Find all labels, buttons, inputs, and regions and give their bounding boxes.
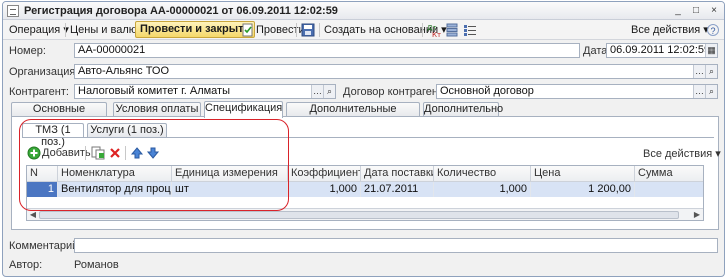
contractor-field[interactable]: Налоговый комитет г. Алматы … ⌕ xyxy=(74,84,336,99)
contractor-value: Налоговый комитет г. Алматы xyxy=(78,85,231,97)
move-down-icon[interactable] xyxy=(146,146,160,160)
tab-payment-terms[interactable]: Условия оплаты xyxy=(113,102,201,117)
select-icon[interactable]: … xyxy=(693,85,705,98)
title-bar: Регистрация договора АА-00000021 от 06.0… xyxy=(3,2,724,20)
author-label: Автор: xyxy=(9,259,43,271)
subtab-services[interactable]: Услуги (1 поз.) xyxy=(87,123,167,137)
tab-additional-params[interactable]: Дополнительные параметры xyxy=(286,102,420,128)
add-button[interactable]: Добавить xyxy=(42,147,91,159)
help-icon[interactable]: ? xyxy=(707,24,719,36)
number-label: Номер: xyxy=(9,45,46,57)
cell-unit[interactable]: шт xyxy=(172,182,288,197)
goods-table[interactable]: N Номенклатура Единица измерения Коэффиц… xyxy=(26,165,704,221)
post-and-close-button[interactable]: Провести и закрыть xyxy=(135,21,256,38)
comment-label: Комментарий: xyxy=(9,240,82,252)
toolbar-divider xyxy=(125,146,126,160)
date-value: 06.09.2011 12:02:59 xyxy=(610,44,711,56)
organization-label: Организация: xyxy=(9,66,79,78)
tab-specification[interactable]: Спецификация xyxy=(204,101,283,118)
structure-icon[interactable] xyxy=(445,23,459,37)
select-icon[interactable]: … xyxy=(693,65,705,78)
toolbar-divider xyxy=(319,23,320,37)
organization-field[interactable]: Авто-Альянс ТОО … ⌕ xyxy=(74,64,718,79)
document-icon xyxy=(7,5,19,17)
cell-price[interactable]: 1 200,00 xyxy=(531,182,635,197)
save-icon[interactable] xyxy=(301,23,315,37)
number-field[interactable]: АА-00000021 xyxy=(74,43,580,58)
column-header-n[interactable]: N xyxy=(27,166,58,182)
horizontal-scrollbar[interactable]: ◀ ▶ xyxy=(27,208,703,220)
comment-field[interactable] xyxy=(74,238,718,253)
column-header-coef[interactable]: Коэффициент xyxy=(288,166,361,182)
subtab-goods[interactable]: ТМЗ (1 поз.) xyxy=(22,123,84,148)
cell-item[interactable]: Вентилятор для процессо... xyxy=(58,182,172,197)
close-icon[interactable]: × xyxy=(708,5,720,17)
select-icon[interactable]: … xyxy=(311,85,323,98)
delete-row-icon[interactable] xyxy=(108,146,122,160)
cell-qty[interactable]: 1,000 xyxy=(434,182,531,197)
scroll-left-icon[interactable]: ◀ xyxy=(27,209,39,220)
table-all-actions-menu[interactable]: Все действия ▾ xyxy=(643,147,721,160)
column-header-sum[interactable]: Сумма xyxy=(635,166,703,182)
toolbar-divider xyxy=(422,23,423,37)
operation-menu[interactable]: Операция ▾ xyxy=(9,23,69,38)
post-document-icon[interactable] xyxy=(241,23,255,37)
open-icon[interactable]: ⌕ xyxy=(705,85,717,98)
open-icon[interactable]: ⌕ xyxy=(323,85,335,98)
column-header-unit[interactable]: Единица измерения xyxy=(172,166,288,182)
date-field[interactable]: 06.09.2011 12:02:59 ▦ xyxy=(606,43,718,58)
minimize-icon[interactable]: _ xyxy=(672,5,684,17)
move-up-icon[interactable] xyxy=(130,146,144,160)
cell-date[interactable]: 21.07.2011 xyxy=(361,182,434,197)
tab-additional[interactable]: Дополнительно xyxy=(423,102,503,117)
cell-sum[interactable] xyxy=(635,182,703,197)
column-header-qty[interactable]: Количество xyxy=(434,166,531,182)
author-value: Романов xyxy=(74,259,119,271)
cell-coef[interactable]: 1,000 xyxy=(288,182,361,197)
debit-credit-icon[interactable]: Дт Кт xyxy=(427,23,441,37)
maximize-icon[interactable]: □ xyxy=(690,5,702,17)
contract-value: Основной договор xyxy=(440,85,534,97)
open-icon[interactable]: ⌕ xyxy=(705,65,717,78)
svg-text:Кт: Кт xyxy=(432,31,441,37)
column-header-date[interactable]: Дата поставки xyxy=(361,166,434,182)
organization-value: Авто-Альянс ТОО xyxy=(78,65,170,77)
toolbar: Операция ▾ Цены и валюта Провести и закр… xyxy=(3,20,724,40)
contract-field[interactable]: Основной договор … ⌕ xyxy=(436,84,718,99)
scrollbar-thumb[interactable] xyxy=(39,211,679,219)
document-window: Регистрация договора АА-00000021 от 06.0… xyxy=(2,1,725,277)
toolbar-divider xyxy=(65,23,66,37)
column-header-price[interactable]: Цена xyxy=(531,166,635,182)
toolbar-divider xyxy=(85,146,86,160)
contractor-label: Контрагент: xyxy=(9,86,69,98)
post-button[interactable]: Провести xyxy=(256,23,305,38)
calendar-icon[interactable]: ▦ xyxy=(705,44,717,57)
scroll-right-icon[interactable]: ▶ xyxy=(691,209,703,220)
tab-main-properties[interactable]: Основные свойства xyxy=(11,102,107,128)
toolbar-divider xyxy=(296,23,297,37)
list-settings-icon[interactable] xyxy=(463,23,477,37)
all-actions-menu[interactable]: Все действия ▾ xyxy=(631,23,709,38)
window-title: Регистрация договора АА-00000021 от 06.0… xyxy=(24,5,338,17)
add-icon[interactable] xyxy=(27,146,41,160)
cell-n[interactable]: 1 xyxy=(27,182,58,197)
column-header-item[interactable]: Номенклатура xyxy=(58,166,172,182)
copy-row-icon[interactable] xyxy=(91,146,105,160)
